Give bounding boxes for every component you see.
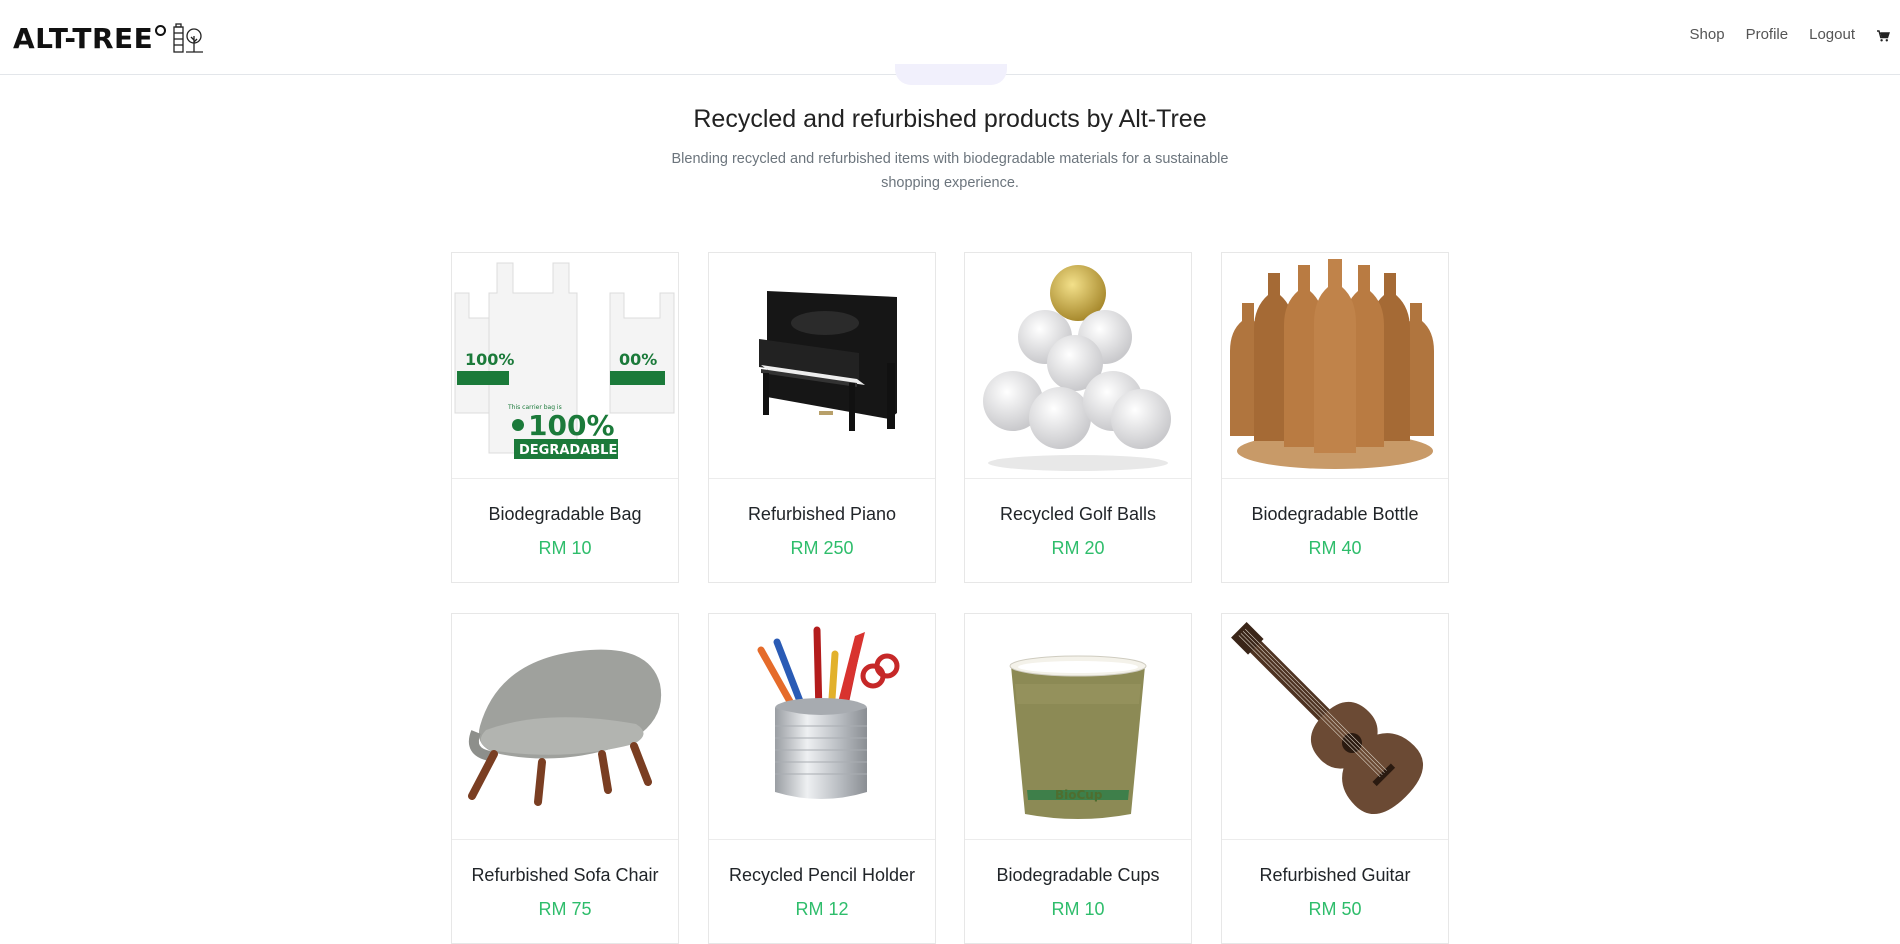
product-card[interactable]: Refurbished Guitar RM 50 [1221,613,1449,944]
guitar-image [1222,614,1448,840]
bag-print-line3: DEGRADABLE [519,443,617,458]
tree-building-logo-icon [173,23,204,53]
nav-logout-link[interactable]: Logout [1809,26,1855,43]
product-price: RM 250 [790,538,854,558]
product-price: RM 10 [538,538,592,558]
product-name: Recycled Pencil Holder [728,865,916,885]
nav-profile-link[interactable]: Profile [1746,26,1789,43]
product-name: Refurbished Guitar [1259,865,1411,885]
bottles-image [1222,253,1448,479]
bag-print-line2: 100% [528,409,615,442]
page-title: Recycled and refurbished products by Alt… [693,105,1207,133]
brand-name: ALT-TREE [13,21,154,55]
cup-brand-text: BioCup [1055,788,1103,802]
bag-image: 100% 00% This carrier bag is 100% DEGRAD… [452,253,678,479]
nav-shop-link[interactable]: Shop [1690,26,1725,43]
main-nav: Shop Profile Logout [1669,26,1890,43]
product-price: RM 40 [1308,538,1362,558]
product-name: Biodegradable Cups [996,865,1160,885]
chair-image [452,614,678,840]
product-price: RM 75 [538,899,592,919]
golf-balls-image [965,253,1191,479]
product-name: Refurbished Sofa Chair [471,865,659,885]
product-card[interactable]: Recycled Pencil Holder RM 12 [708,613,936,944]
product-card[interactable]: Refurbished Piano RM 250 [708,252,936,583]
brand-degree-mark [155,24,167,36]
product-name: Biodegradable Bag [488,504,642,524]
product-card[interactable]: Biodegradable Bottle RM 40 [1221,252,1449,583]
product-name: Refurbished Piano [747,504,897,524]
product-price: RM 12 [795,899,849,919]
product-card[interactable]: 100% 00% This carrier bag is 100% DEGRAD… [451,252,679,583]
product-card[interactable]: BioCup Biodegradable Cups RM 10 [964,613,1192,944]
hero-decoration [895,64,1007,85]
product-name: Recycled Golf Balls [999,504,1157,524]
piano-image [709,253,935,479]
product-name: Biodegradable Bottle [1251,504,1419,524]
product-card[interactable]: Refurbished Sofa Chair RM 75 [451,613,679,944]
product-price: RM 10 [1051,899,1105,919]
svg-text:100%: 100% [465,350,514,369]
product-card[interactable]: Recycled Golf Balls RM 20 [964,252,1192,583]
product-price: RM 50 [1308,899,1362,919]
svg-text:00%: 00% [619,350,657,369]
brand-logo[interactable]: ALT-TREE [13,20,204,56]
cup-image: BioCup [965,614,1191,840]
page-subtitle: Blending recycled and refurbished items … [671,151,1229,191]
pencil-holder-image [709,614,935,840]
cart-icon[interactable] [1877,29,1890,42]
product-price: RM 20 [1051,538,1105,558]
